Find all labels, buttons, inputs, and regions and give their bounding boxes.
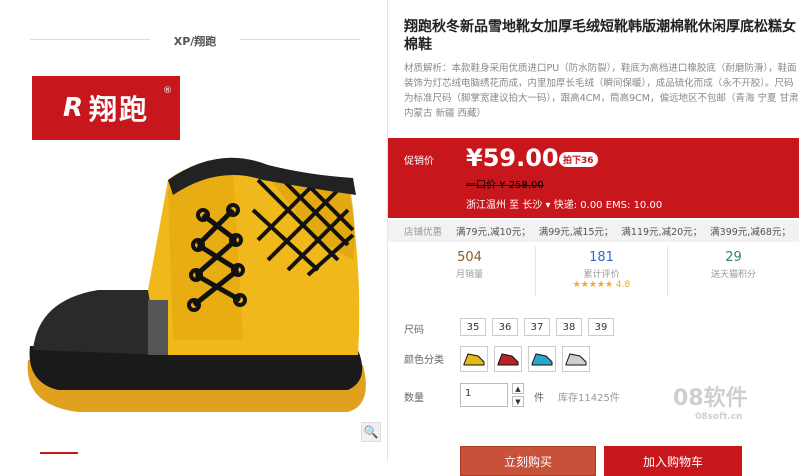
stat-value: 181 <box>536 250 667 265</box>
color-label: 颜色分类 <box>404 351 444 366</box>
color-swatch-blue[interactable] <box>528 346 556 372</box>
stock-count: 库存11425件 <box>558 389 620 404</box>
shop-header: XP/翔跑 <box>30 30 360 50</box>
stat-value: 504 <box>404 250 535 265</box>
divider <box>240 39 360 40</box>
rating-stars-icon: ★★★★★ 4.8 <box>536 280 667 290</box>
size-options: 35 36 37 38 39 <box>460 318 614 336</box>
registered-icon: ® <box>163 86 172 96</box>
original-price: 一口价 ¥ 258.00 <box>466 176 544 191</box>
size-option[interactable]: 39 <box>588 318 614 336</box>
shop-coupons: 店铺优惠 满79元,减10元； 满99元,减15元； 满119元,减20元； 满… <box>388 220 799 242</box>
product-description: 材质解析：本款鞋身采用优质进口PU（防水防裂），鞋底为高档进口橡胶底（耐磨防滑）… <box>404 61 799 121</box>
promo-price: ¥59.00 <box>466 144 559 172</box>
stat-label: 送天猫积分 <box>668 267 799 280</box>
coupon-item[interactable]: 满119元,减20元； <box>621 224 702 238</box>
color-swatch-silver[interactable] <box>562 346 590 372</box>
color-swatch-yellow[interactable] <box>460 346 488 372</box>
promo-panel: 促销价 ¥59.00 拍下36 一口价 ¥ 258.00 浙江温州 至 长沙 ▾… <box>388 138 799 218</box>
coupons-label: 店铺优惠 <box>404 224 442 238</box>
size-option[interactable]: 35 <box>460 318 486 336</box>
size-option[interactable]: 37 <box>524 318 550 336</box>
add-to-cart-button[interactable]: 加入购物车 <box>604 446 742 476</box>
brand-name: 翔跑 <box>89 88 149 128</box>
color-swatch-red[interactable] <box>494 346 522 372</box>
size-option[interactable]: 36 <box>492 318 518 336</box>
zoom-icon[interactable]: 🔍 <box>361 422 381 442</box>
product-gallery: XP/翔跑 R 翔跑 ® � <box>0 0 388 462</box>
shoe-thumbnail-icon <box>530 350 554 368</box>
product-image[interactable] <box>18 150 378 425</box>
sales-stats: 504 月销量 181 累计评价 ★★★★★ 4.8 29 送天猫积分 <box>404 246 799 296</box>
promo-label: 促销价 <box>404 152 434 167</box>
coupon-item[interactable]: 满99元,减15元； <box>539 224 614 238</box>
quantity-label: 数量 <box>404 389 424 404</box>
shipping-info[interactable]: 浙江温州 至 长沙 ▾ 快递: 0.00 EMS: 10.00 <box>466 196 662 211</box>
shop-name[interactable]: XP/翔跑 <box>174 35 217 48</box>
stat-value: 29 <box>668 250 799 265</box>
divider <box>30 39 150 40</box>
shoe-thumbnail-icon <box>564 350 588 368</box>
brand-logo[interactable]: R 翔跑 ® <box>32 76 180 140</box>
coupon-item[interactable]: 满399元,减68元； <box>710 224 791 238</box>
promo-badge: 拍下36 <box>559 152 598 167</box>
site-watermark: 08软件08soft.cn <box>673 380 748 422</box>
buy-now-button[interactable]: 立刻购买 <box>460 446 596 476</box>
size-label: 尺码 <box>404 321 424 336</box>
quantity-input[interactable]: 1 <box>460 383 508 407</box>
stat-label: 月销量 <box>404 267 535 280</box>
brand-mark: R <box>63 93 83 123</box>
stat-label: 累计评价 <box>536 267 667 280</box>
stat-points: 29 送天猫积分 <box>668 246 799 296</box>
thumbnail-indicator[interactable] <box>40 452 78 462</box>
product-title: 翔跑秋冬新品雪地靴女加厚毛绒短靴韩版潮棉靴休闲厚底松糕女棉鞋 <box>404 18 799 54</box>
size-option[interactable]: 38 <box>556 318 582 336</box>
product-info: 翔跑秋冬新品雪地靴女加厚毛绒短靴韩版潮棉靴休闲厚底松糕女棉鞋 材质解析：本款鞋身… <box>388 0 799 462</box>
color-options <box>460 346 590 372</box>
quantity-down-icon[interactable]: ▼ <box>512 396 524 407</box>
watermark-url: 08soft.cn <box>695 412 748 422</box>
coupon-item[interactable]: 满79元,减10元； <box>456 224 531 238</box>
shoe-thumbnail-icon <box>496 350 520 368</box>
quantity-up-icon[interactable]: ▲ <box>512 383 524 394</box>
quantity-unit: 件 <box>534 389 544 404</box>
watermark-text: 08软件 <box>673 386 748 411</box>
stat-monthly-sales: 504 月销量 <box>404 246 536 296</box>
stat-reviews[interactable]: 181 累计评价 ★★★★★ 4.8 <box>536 246 668 296</box>
shoe-thumbnail-icon <box>462 350 486 368</box>
